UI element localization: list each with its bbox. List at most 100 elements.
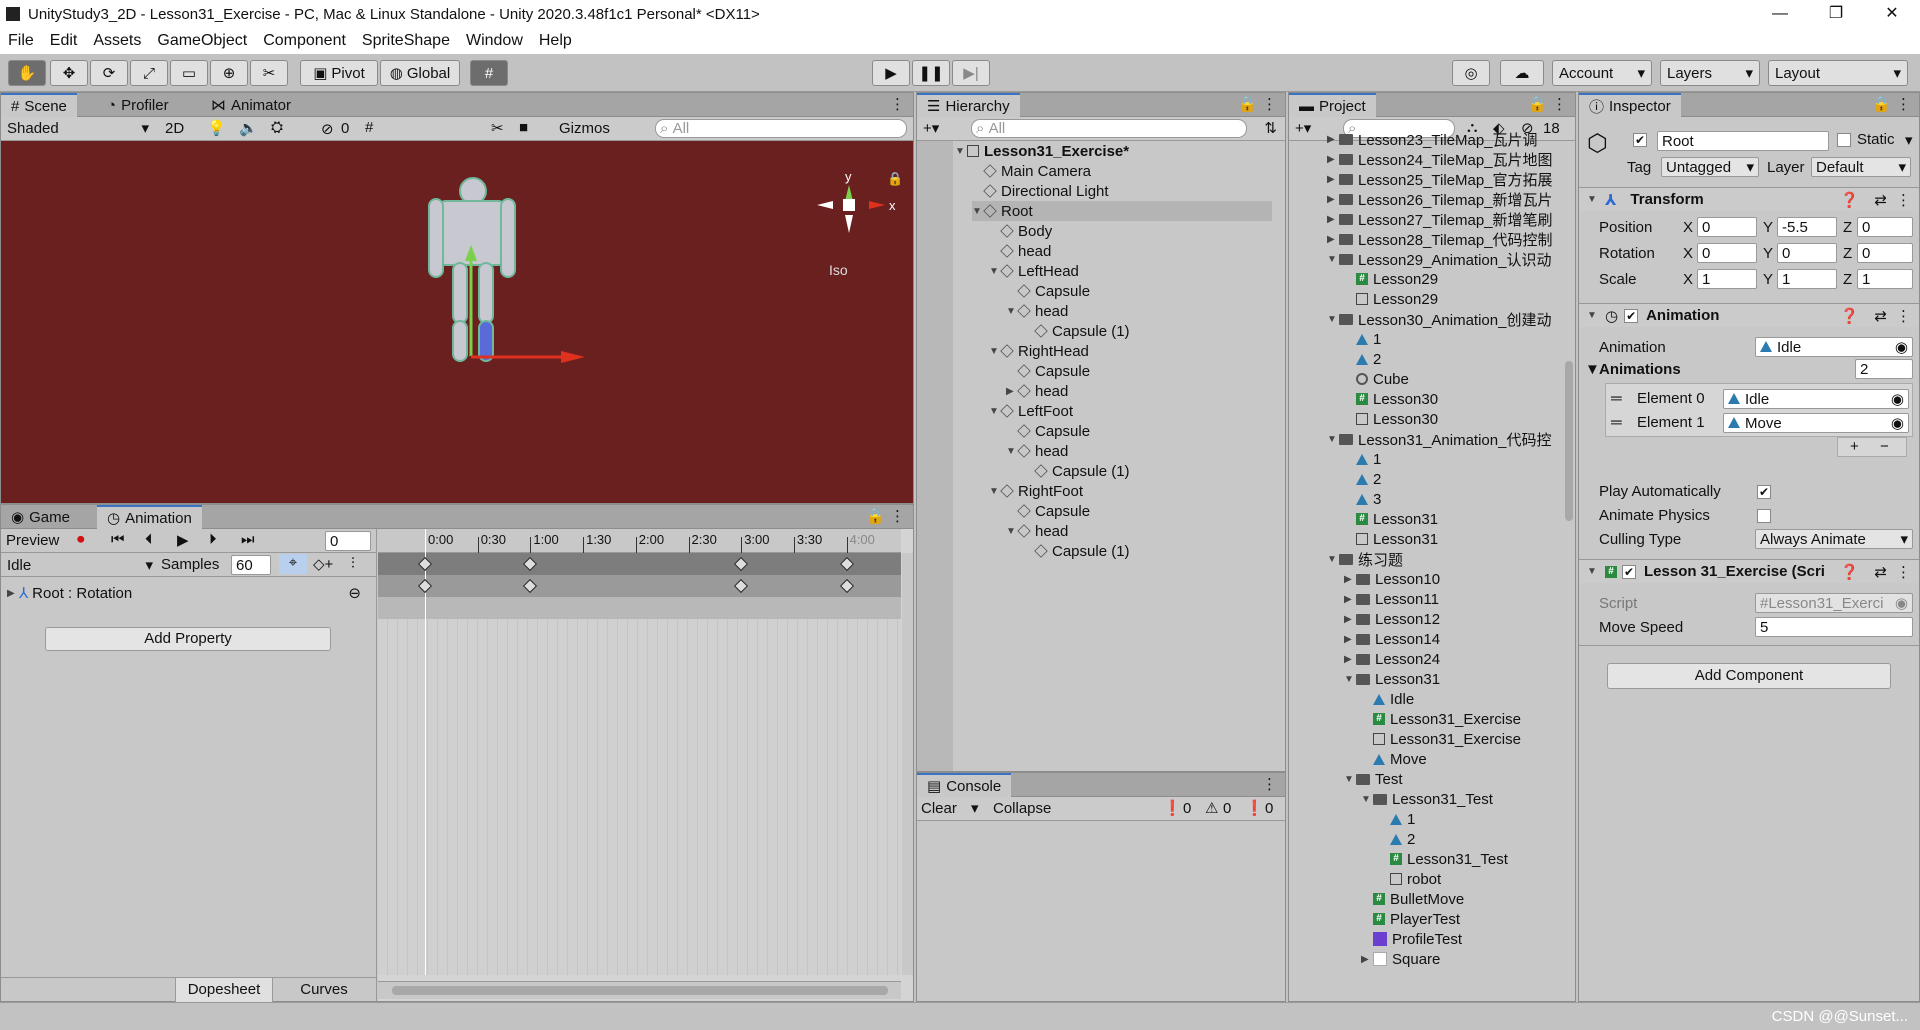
kebab-menu-icon[interactable]: ⋮ [1896,191,1911,209]
hierarchy-item[interactable]: ▶ head [1006,381,1068,401]
project-item[interactable]: ▼ Test [1344,769,1403,789]
play-icon[interactable]: ▶ [177,531,189,549]
drag-handle-icon[interactable]: ═ [1611,390,1622,407]
transform-y-input[interactable]: 0 [1777,243,1837,263]
warning-icon[interactable]: ⚠ [1205,799,1218,817]
hierarchy-item[interactable]: ▼ Lesson31_Exercise* [955,141,1129,161]
transform-z-input[interactable]: 0 [1857,217,1913,237]
element-clip-field[interactable]: Idle ◉ [1723,389,1909,409]
expand-arrow-icon[interactable]: ▼ [1344,674,1356,685]
project-item[interactable]: # Lesson31 [1344,509,1438,529]
chevron-down-icon[interactable]: ▾ [971,799,979,817]
transform-z-input[interactable]: 0 [1857,243,1913,263]
project-item[interactable]: ▶ Lesson25_TileMap_官方拓展 [1327,169,1553,189]
project-item[interactable]: # Lesson31_Exercise [1361,709,1521,729]
object-picker-icon[interactable]: ◉ [1891,414,1904,432]
project-item[interactable]: # Lesson31_Test [1378,849,1508,869]
hierarchy-item[interactable]: ▼ head [1006,301,1068,321]
grid-icon[interactable]: # [365,119,373,136]
expand-arrow-icon[interactable]: ▶ [1344,594,1356,605]
expand-arrow-icon[interactable]: ▶ [1361,954,1373,965]
account-dropdown[interactable]: Account ▾ [1552,60,1652,86]
lighting-icon[interactable]: 💡 [207,119,226,137]
axis-z-label[interactable]: Z [1843,271,1852,288]
expand-arrow-icon[interactable]: ▼ [989,486,1001,497]
menu-component[interactable]: Component [255,32,354,50]
expand-arrow-icon[interactable]: ▶ [1344,634,1356,645]
expand-arrow-icon[interactable]: ▶ [1006,386,1018,397]
expand-arrow-icon[interactable]: ▼ [1585,361,1600,378]
expand-arrow-icon[interactable]: ▼ [989,346,1001,357]
hierarchy-item[interactable]: Capsule (1) [1023,321,1130,341]
animations-size-input[interactable]: 2 [1855,359,1913,379]
project-item[interactable]: ▶ Lesson24_TileMap_瓦片地图 [1327,149,1553,169]
play-icon[interactable]: ▶ [872,60,910,86]
project-item[interactable]: ▼ Lesson30_Animation_创建动 [1327,309,1551,329]
project-item[interactable]: Move [1361,749,1427,769]
step-icon[interactable]: ▶| [952,60,990,86]
project-item[interactable]: ▶ Lesson12 [1344,609,1440,629]
clip-dropdown[interactable]: Idle ▾ [3,555,157,575]
error-icon[interactable]: ❗ [1245,799,1264,817]
script-component-header[interactable]: ▼ # ✔ Lesson 31_Exercise (Scri ❓ ⇄ ⋮ [1579,559,1919,583]
project-item[interactable]: ▼ Lesson31_Test [1361,789,1493,809]
kebab-menu-icon[interactable]: ⋮ [1896,563,1911,581]
drag-handle-icon[interactable]: ═ [1611,414,1622,431]
project-item[interactable]: 1 [1378,809,1415,829]
tab-inspector[interactable]: ⓘ Inspector [1579,93,1681,117]
expand-arrow-icon[interactable]: ▶ [1344,574,1356,585]
expand-arrow-icon[interactable]: ▼ [1327,254,1339,265]
add-component-button[interactable]: Add Component [1607,663,1891,689]
rotate-tool-icon[interactable]: ⟳ [90,60,128,86]
hand-tool-icon[interactable]: ✋ [8,60,46,86]
tag-dropdown[interactable]: Untagged ▾ [1661,157,1759,177]
project-item[interactable]: Lesson30 [1344,409,1438,429]
remove-element-icon[interactable]: − [1880,438,1889,455]
minimize-icon[interactable]: — [1752,0,1808,28]
axis-y-label[interactable]: Y [1763,219,1773,236]
help-icon[interactable]: ❓ [1840,563,1859,581]
property-row-root-rotation[interactable]: ▶ ⅄ Root : Rotation ⊖ [7,581,373,605]
expand-arrow-icon[interactable]: ▼ [1006,306,1018,317]
expand-arrow-icon[interactable]: ▼ [1587,566,1599,577]
menu-edit[interactable]: Edit [42,32,86,50]
project-item[interactable]: Cube [1344,369,1409,389]
project-item[interactable]: ▼ 练习题 [1327,549,1403,569]
scrollbar-thumb[interactable] [1565,361,1573,521]
project-item[interactable]: # BulletMove [1361,889,1464,909]
hierarchy-item[interactable]: Capsule (1) [1023,541,1130,561]
help-icon[interactable]: ❓ [1840,191,1859,209]
project-item[interactable]: # Lesson29 [1344,269,1438,289]
hierarchy-item[interactable]: ▼ head [1006,441,1068,461]
menu-window[interactable]: Window [458,32,531,50]
tab-game[interactable]: ◉ Game [1,505,80,529]
expand-arrow-icon[interactable]: ▼ [1344,774,1356,785]
expand-arrow-icon[interactable]: ▶ [1327,214,1339,225]
expand-arrow-icon[interactable]: ▼ [972,206,984,217]
shading-dropdown[interactable]: Shaded ▾ [3,118,153,138]
playhead[interactable] [425,529,426,975]
axis-x-label[interactable]: X [1683,219,1693,236]
kebab-menu-icon[interactable]: ⋮ [1896,95,1911,113]
project-item[interactable]: ▶ Lesson28_Tilemap_代码控制 [1327,229,1553,249]
timeline-horizontal-scrollbar[interactable] [378,981,901,999]
project-item[interactable]: 1 [1344,449,1381,469]
samples-input[interactable]: 60 [231,555,271,575]
project-item[interactable]: ProfileTest [1361,929,1462,949]
axis-x-label[interactable]: X [1683,245,1693,262]
hierarchy-item[interactable]: ▼ LeftFoot [989,401,1073,421]
hierarchy-item[interactable]: Capsule [1006,281,1090,301]
pivot-button[interactable]: ▣ Pivot [300,60,378,86]
timeline-area[interactable]: 0:00 0:30 1:00 1:30 2:00 2:30 3:00 3:30 4:00 [378,529,913,1001]
hidden-objects-icon[interactable]: ⊘ [321,120,334,138]
project-item[interactable]: 2 [1344,349,1381,369]
hierarchy-search-input[interactable]: ⌕ All [971,119,1247,138]
active-checkbox[interactable]: ✔ [1633,133,1647,147]
tab-project[interactable]: ▬ Project [1289,93,1376,117]
play-automatically-checkbox[interactable]: ✔ [1757,485,1771,499]
hierarchy-item[interactable]: Main Camera [972,161,1091,181]
project-scrollbar[interactable] [1563,141,1575,1001]
project-item[interactable]: robot [1378,869,1441,889]
hierarchy-item[interactable]: ▼ RightFoot [989,481,1083,501]
kebab-menu-icon[interactable]: ⋮ [1262,775,1277,793]
